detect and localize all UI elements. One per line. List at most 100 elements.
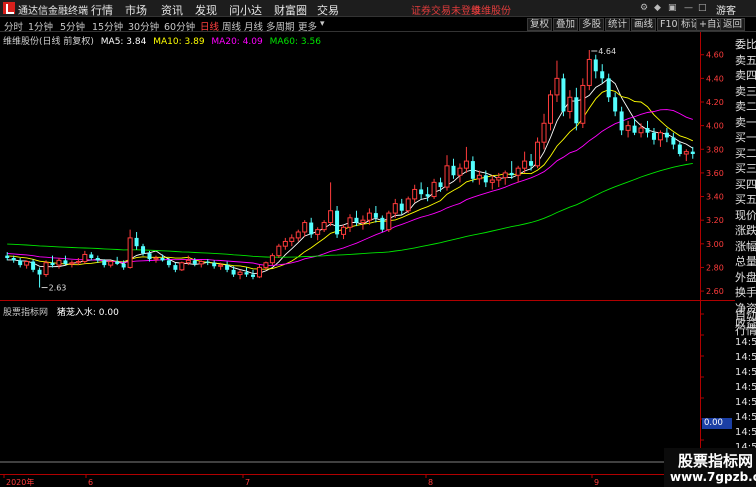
period-1min[interactable]: 1分钟 bbox=[28, 19, 53, 33]
menu-caifuquan[interactable]: 财富圈 bbox=[274, 2, 307, 18]
y-tick-label: 3.20 bbox=[706, 216, 724, 225]
candle-body bbox=[483, 175, 488, 183]
skin-icon[interactable]: ◆ bbox=[654, 3, 661, 13]
kline-chart[interactable]: 4.60 4.40 4.20 4.00 3.80 3.60 3.40 3.20 3.00 2.80… bbox=[0, 32, 735, 487]
y-tick-label: 3.60 bbox=[706, 169, 724, 178]
candle-body bbox=[677, 144, 682, 154]
candle-body bbox=[95, 258, 100, 261]
menu-zixun[interactable]: 资讯 bbox=[161, 2, 183, 18]
candle-body bbox=[606, 78, 611, 98]
title-bar: 通达信金融终端 行情 市场 资讯 发现 问小达 财富圈 交易 证券交易未登录 维… bbox=[0, 0, 756, 17]
candle-body bbox=[451, 165, 456, 176]
candle-body bbox=[198, 261, 204, 265]
candle-body bbox=[250, 274, 255, 277]
candle-body bbox=[386, 212, 392, 231]
x-tick-label: 8 bbox=[428, 478, 433, 487]
candle-body bbox=[561, 78, 566, 112]
candle-body bbox=[276, 245, 282, 257]
candle-body bbox=[153, 257, 159, 260]
period-multi[interactable]: 多周期 bbox=[266, 19, 295, 33]
tick-time: 14:50 bbox=[735, 367, 756, 378]
candle-body bbox=[657, 132, 663, 141]
period-5min[interactable]: 5分钟 bbox=[60, 19, 85, 33]
candle-body bbox=[134, 237, 139, 247]
indicator-legend: 股票指标网 猪茏入水: 0.00 bbox=[3, 305, 125, 318]
overlay-button[interactable]: 叠加 bbox=[553, 18, 579, 31]
candle-body bbox=[380, 217, 385, 230]
period-fenshi[interactable]: 分时 bbox=[4, 19, 23, 33]
period-15min[interactable]: 15分钟 bbox=[92, 19, 123, 33]
multi-stock-button[interactable]: 多股 bbox=[579, 18, 605, 31]
period-monthly[interactable]: 月线 bbox=[244, 19, 263, 33]
x-tick-label: 7 bbox=[245, 478, 250, 487]
indicator-name[interactable]: 股票指标网 bbox=[3, 308, 48, 318]
back-button[interactable]: 返回 bbox=[720, 18, 746, 31]
candle-body bbox=[24, 261, 30, 266]
candle-body bbox=[50, 262, 55, 266]
candle-body bbox=[399, 203, 404, 211]
candle-body bbox=[231, 269, 236, 275]
quote-field-label: 买一 bbox=[735, 131, 756, 144]
candle-body bbox=[37, 269, 42, 275]
period-60min[interactable]: 60分钟 bbox=[164, 19, 195, 33]
menu-jiaoyi[interactable]: 交易 bbox=[317, 2, 339, 18]
gear-icon[interactable]: ⚙ bbox=[640, 3, 648, 13]
candle-body bbox=[392, 203, 398, 214]
candle-body bbox=[463, 160, 469, 169]
maximize-icon[interactable]: □ bbox=[698, 3, 707, 13]
candle-body bbox=[11, 258, 16, 261]
dropdown-icon[interactable]: ▾ bbox=[320, 19, 325, 29]
candle-body bbox=[470, 161, 475, 179]
watermark-title: 股票指标网 bbox=[678, 452, 754, 470]
period-30min[interactable]: 30分钟 bbox=[128, 19, 159, 33]
y-tick-label: 3.00 bbox=[706, 240, 724, 249]
candle-body bbox=[476, 174, 482, 180]
candle-body bbox=[212, 262, 217, 267]
minimize-icon[interactable]: — bbox=[684, 3, 693, 13]
ma10-line bbox=[7, 89, 693, 270]
y-tick-label: 3.80 bbox=[706, 145, 724, 154]
x-tick-label: 6 bbox=[88, 478, 93, 487]
x-tick-label: 9 bbox=[594, 478, 599, 487]
menu-wenxiaoda[interactable]: 问小达 bbox=[229, 2, 262, 18]
statistics-button[interactable]: 统计 bbox=[605, 18, 631, 31]
candle-body bbox=[373, 213, 378, 218]
candle-body bbox=[632, 125, 637, 133]
quote-field-label: 涨跌 bbox=[735, 224, 756, 237]
candle-body bbox=[671, 137, 676, 145]
lock-icon[interactable]: ▣ bbox=[668, 3, 677, 13]
period-daily[interactable]: 日线 bbox=[200, 19, 219, 33]
period-more[interactable]: 更多 bbox=[298, 19, 317, 33]
candle-body bbox=[651, 132, 656, 140]
menu-faxian[interactable]: 发现 bbox=[195, 2, 217, 18]
quote-field-label: 买五 bbox=[735, 193, 756, 206]
candle-body bbox=[690, 151, 695, 154]
candle-body bbox=[412, 188, 418, 200]
candle-body bbox=[179, 262, 185, 271]
candle-body bbox=[502, 172, 508, 179]
y-tick-label: 4.40 bbox=[706, 74, 724, 83]
candle-body bbox=[192, 260, 197, 264]
guest-label[interactable]: 游客 bbox=[716, 2, 736, 17]
menu-hangqing[interactable]: 行情 bbox=[91, 2, 113, 18]
low-label: 2.63 bbox=[49, 284, 67, 293]
draw-line-button[interactable]: 画线 bbox=[631, 18, 657, 31]
candle-body bbox=[328, 210, 334, 224]
watermark-url: www.7gpzb.com bbox=[670, 470, 756, 484]
candle-body bbox=[645, 128, 650, 133]
candle-body bbox=[121, 263, 126, 268]
y-tick-label: 3.40 bbox=[706, 193, 724, 202]
tick-time: 14:50 bbox=[735, 427, 756, 438]
tick-time: 14:50 bbox=[735, 352, 756, 363]
quote-field-label: 涨幅 bbox=[735, 239, 756, 253]
menu-shichang[interactable]: 市场 bbox=[125, 2, 147, 18]
ma20-value: MA20: 4.09 bbox=[211, 37, 263, 47]
tick-time: 14:50 bbox=[735, 337, 756, 348]
candle-body bbox=[405, 198, 411, 212]
candle-body bbox=[457, 167, 463, 176]
candle-body bbox=[185, 259, 191, 264]
restore-rights-button[interactable]: 复权 bbox=[527, 18, 553, 31]
period-weekly[interactable]: 周线 bbox=[222, 19, 241, 33]
candle-body bbox=[269, 255, 275, 264]
candle-body bbox=[218, 264, 224, 267]
